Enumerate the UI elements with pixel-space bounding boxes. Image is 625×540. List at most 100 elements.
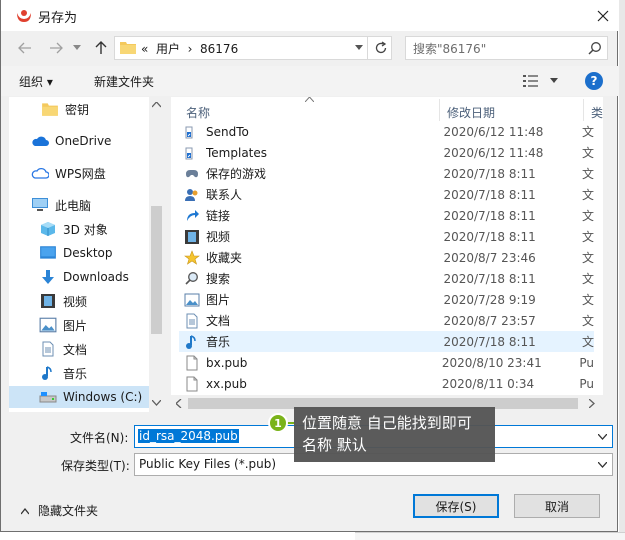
nav-item-label: WPS网盘	[55, 166, 106, 181]
file-name: 音乐	[206, 335, 231, 349]
file-date: 2020/7/18 8:11	[443, 166, 536, 181]
file-name: 收藏夹	[206, 251, 243, 265]
cancel-button[interactable]: 取消	[514, 494, 600, 518]
nav-item-windows-c[interactable]: Windows (C:)	[9, 386, 149, 408]
file-date: 2020/7/18 8:11	[443, 229, 536, 244]
file-type: 文	[581, 125, 594, 139]
search-input[interactable]: 搜索"86176"	[413, 40, 486, 57]
shortcut-folder-icon	[185, 126, 193, 138]
file-row[interactable]: SendTo 2020/6/12 11:48 文	[179, 121, 594, 142]
scroll-up-icon[interactable]	[152, 102, 161, 108]
nav-item-wps-cloud[interactable]: WPS网盘	[9, 162, 149, 184]
file-row[interactable]: 联系人 2020/7/18 8:11 文	[179, 184, 594, 205]
nav-item-desktop[interactable]: Desktop	[9, 242, 149, 264]
chevron-down-icon	[73, 45, 81, 50]
file-type: 文	[581, 188, 594, 202]
file-name: bx.pub	[206, 355, 248, 370]
save-button[interactable]: 保存(S)	[413, 494, 499, 518]
file-name: 联系人	[206, 188, 243, 202]
file-row[interactable]: 链接 2020/7/18 8:11 文	[179, 205, 594, 226]
navigation-pane: 密钥 OneDrive WPS网盘 此电脑 3D 对象 Desktop Down…	[9, 97, 164, 412]
file-row[interactable]: 音乐 2020/7/18 8:11 文	[179, 331, 594, 352]
file-row[interactable]: 视频 2020/7/18 8:11 文	[179, 226, 594, 247]
scroll-down-icon[interactable]	[152, 400, 161, 406]
column-header-date[interactable]: 修改日期	[447, 104, 495, 121]
chevron-down-icon[interactable]	[550, 78, 558, 84]
file-date: 2020/7/18 8:11	[443, 271, 536, 286]
file-row[interactable]: 文档 2020/8/7 23:57 文	[179, 310, 594, 331]
file-icon	[186, 376, 198, 391]
nav-item-this-pc[interactable]: 此电脑	[9, 194, 149, 216]
filetype-value: Public Key Files (*.pub)	[139, 457, 277, 471]
column-header-name[interactable]: 名称	[186, 104, 210, 121]
column-divider[interactable]	[439, 99, 440, 121]
nav-item-label: 3D 对象	[63, 222, 108, 237]
nav-item-label: Windows (C:)	[63, 390, 143, 404]
file-type: 文	[581, 293, 594, 307]
view-options-icon[interactable]	[523, 74, 539, 88]
help-icon[interactable]: ?	[585, 72, 603, 90]
scroll-left-icon[interactable]	[176, 399, 182, 408]
file-list: 名称 修改日期 类 SendTo 2020/6/12 11:48 文 Template…	[171, 97, 604, 412]
annotation-line-2: 名称 默认	[302, 436, 367, 454]
nav-item-label: 文档	[63, 342, 88, 357]
hide-folders-toggle[interactable]: 隐藏文件夹	[21, 502, 98, 519]
forward-button[interactable]	[46, 38, 66, 58]
nav-item-videos[interactable]: 视频	[9, 290, 149, 312]
file-date: 2020/7/18 8:11	[443, 208, 536, 223]
nav-item-label: 此电脑	[55, 198, 92, 213]
file-row[interactable]: bx.pub 2020/8/10 23:41 Pu	[179, 352, 594, 373]
file-date: 2020/8/7 23:57	[443, 313, 536, 328]
window-title: 另存为	[38, 11, 78, 26]
file-row[interactable]: 搜索 2020/7/18 8:11 文	[179, 268, 594, 289]
search-box[interactable]: 搜索"86176"	[405, 36, 608, 60]
nav-item-onedrive[interactable]: OneDrive	[9, 130, 149, 152]
address-bar[interactable]: « 用户 › 86176	[114, 36, 392, 60]
file-icon	[186, 355, 198, 370]
chevron-down-icon	[598, 462, 607, 468]
folder-icon	[42, 103, 58, 116]
chevron-down-icon[interactable]	[355, 45, 363, 51]
nav-item-3d-objects[interactable]: 3D 对象	[9, 218, 149, 240]
file-row[interactable]: 保存的游戏 2020/7/18 8:11 文	[179, 163, 594, 184]
recent-dropdown[interactable]	[71, 38, 83, 58]
filename-value[interactable]: id_rsa_2048.pub	[138, 429, 239, 443]
file-row[interactable]: 收藏夹 2020/8/7 23:46 文	[179, 247, 594, 268]
scrollbar-thumb[interactable]	[151, 206, 162, 334]
column-divider[interactable]	[583, 99, 584, 121]
address-path: « 用户 › 86176	[141, 42, 239, 56]
up-button[interactable]	[91, 38, 111, 58]
file-list-vscrollbar[interactable]	[603, 97, 604, 395]
nav-item-label: Desktop	[63, 246, 113, 260]
nav-item-label: 图片	[63, 318, 88, 333]
nav-item-keys[interactable]: 密钥	[9, 98, 149, 120]
new-folder-button[interactable]: 新建文件夹	[94, 73, 154, 90]
file-row[interactable]: Templates 2020/6/12 11:48 文	[179, 142, 594, 163]
file-row[interactable]: 图片 2020/7/28 9:19 文	[179, 289, 594, 310]
background-window-peek	[355, 532, 625, 540]
hide-folders-label: 隐藏文件夹	[38, 504, 99, 518]
film-icon	[185, 229, 199, 244]
arrow-left-icon	[18, 42, 31, 54]
app-icon	[17, 10, 31, 22]
nav-item-pictures[interactable]: 图片	[9, 314, 149, 336]
file-date: 2020/8/11 0:34	[441, 376, 535, 391]
file-name: Templates	[206, 145, 268, 160]
nav-item-music[interactable]: 音乐	[9, 362, 149, 384]
nav-item-documents[interactable]: 文档	[9, 338, 149, 360]
close-button[interactable]	[587, 0, 619, 31]
scroll-right-icon[interactable]	[589, 399, 595, 408]
file-type: 文	[581, 251, 594, 265]
column-header-type[interactable]: 类	[591, 104, 603, 121]
file-date: 2020/6/12 11:48	[443, 124, 544, 139]
nav-scrollbar[interactable]	[149, 97, 164, 412]
refresh-icon[interactable]	[374, 41, 388, 55]
drive-icon	[39, 392, 57, 403]
nav-item-downloads[interactable]: Downloads	[9, 266, 149, 288]
file-row[interactable]: xx.pub 2020/8/11 0:34 Pu	[179, 373, 594, 394]
desktop-icon	[40, 246, 56, 259]
filetype-label: 保存类型(T):	[61, 459, 130, 473]
back-button[interactable]	[15, 38, 35, 58]
chevron-down-icon[interactable]	[598, 434, 607, 440]
organize-menu[interactable]: 组织 ▾	[19, 73, 53, 90]
